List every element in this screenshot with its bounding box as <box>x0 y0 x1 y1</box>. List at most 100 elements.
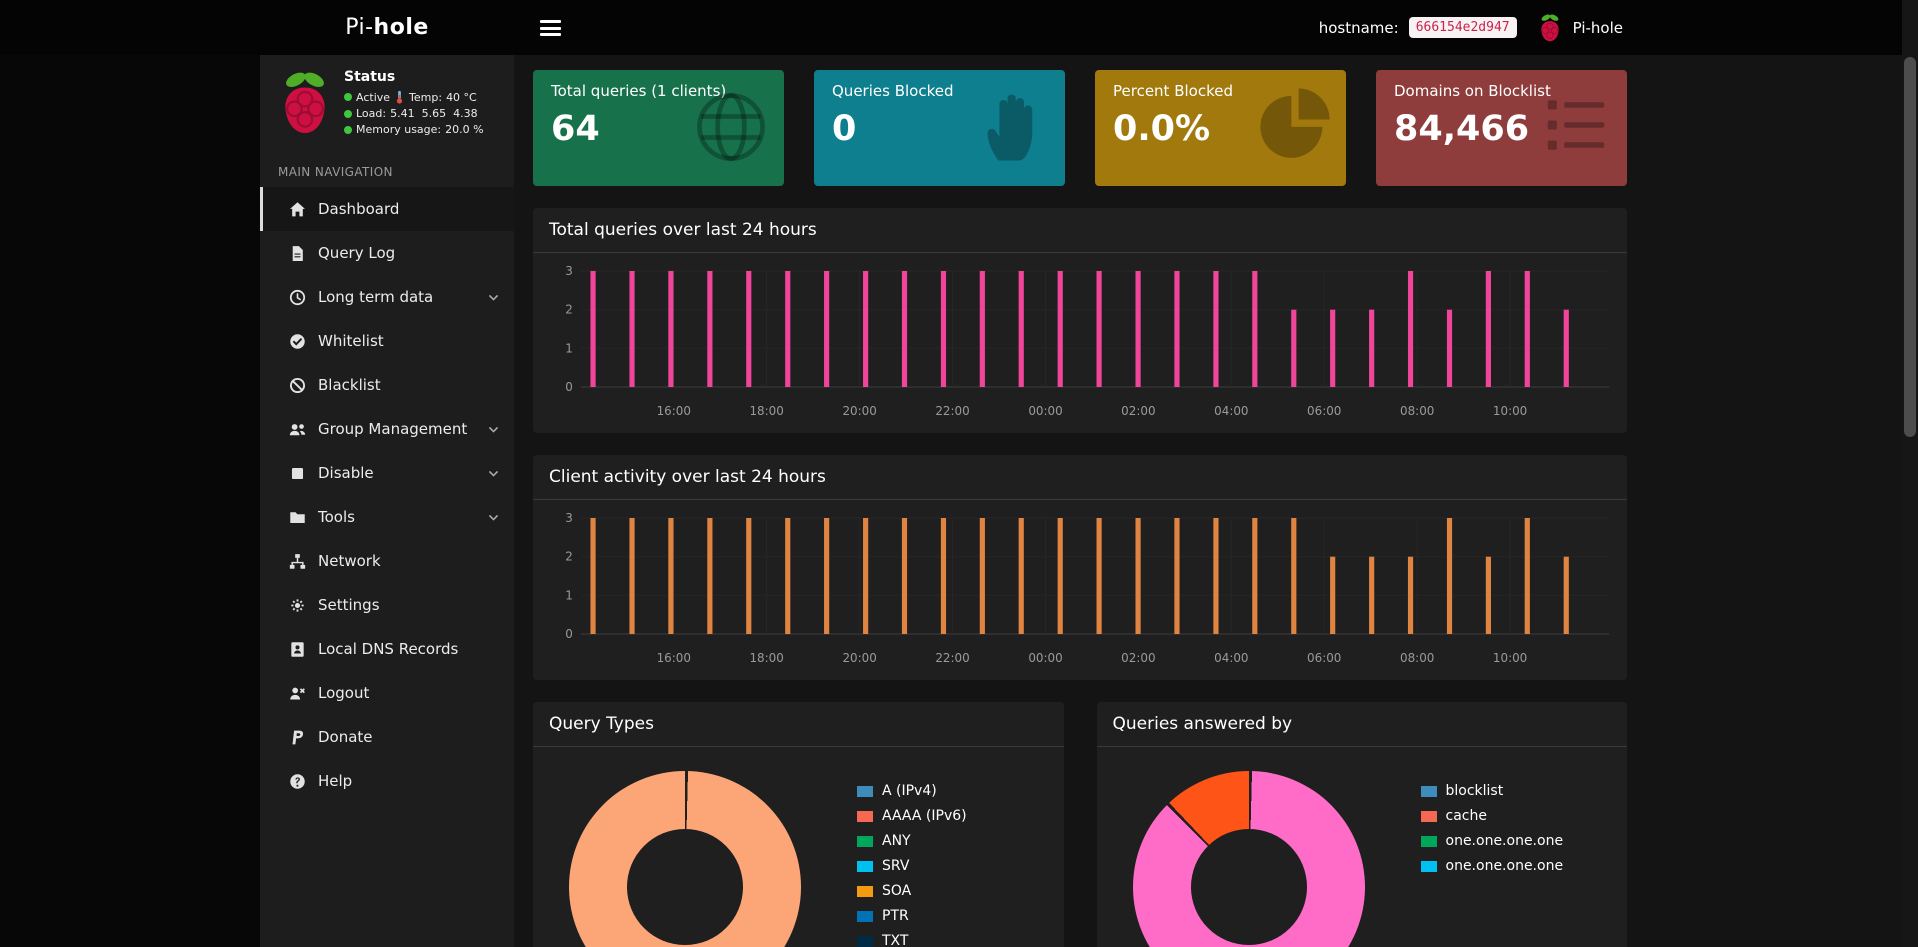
sidebar-item-donate[interactable]: Donate <box>260 715 514 759</box>
svg-text:08:00: 08:00 <box>1400 651 1434 665</box>
home-icon <box>288 201 306 218</box>
status-load-line: Load: 5.41 5.65 4.38 <box>344 107 484 120</box>
client-activity-chart[interactable]: 012316:0018:0020:0022:0000:0002:0004:000… <box>547 510 1613 674</box>
sidebar-item-query-log[interactable]: Query Log <box>260 231 514 275</box>
scrollbar[interactable] <box>1902 0 1918 947</box>
legend-item-cache[interactable]: cache <box>1421 808 1564 824</box>
hostname-label: hostname: <box>1319 19 1399 37</box>
load-label: Load: <box>356 107 386 120</box>
clock-icon <box>288 289 306 306</box>
chevron-down-icon <box>487 291 500 304</box>
svg-text:0: 0 <box>565 380 573 394</box>
sidebar-item-disable[interactable]: Disable <box>260 451 514 495</box>
panel-total-queries: Total queries over last 24 hours 012316:… <box>533 208 1627 433</box>
app-name-label: Pi-hole <box>1573 19 1623 37</box>
svg-text:20:00: 20:00 <box>842 651 876 665</box>
sidebar-item-network[interactable]: Network <box>260 539 514 583</box>
chevron-down-icon <box>487 511 500 524</box>
legend-item-a-ipv4[interactable]: A (IPv4) <box>857 783 967 799</box>
status-dot <box>344 93 352 101</box>
svg-text:1: 1 <box>565 588 573 602</box>
sidebar-item-local-dns-records[interactable]: Local DNS Records <box>260 627 514 671</box>
sidebar-item-dashboard[interactable]: Dashboard <box>260 187 514 231</box>
sidebar-item-blacklist[interactable]: Blacklist <box>260 363 514 407</box>
legend-color-chip <box>1421 811 1437 822</box>
sidebar-item-label: Whitelist <box>318 332 500 350</box>
query-types-chart[interactable]: A (IPv4)AAAA (IPv6)ANYSRVSOAPTRTXTNAPTR <box>547 757 1050 947</box>
memory-value: 20.0 % <box>445 123 483 136</box>
legend-label: cache <box>1446 808 1487 824</box>
status-dot <box>344 126 352 134</box>
total-queries-chart[interactable]: 012316:0018:0020:0022:0000:0002:0004:000… <box>547 263 1613 427</box>
sidebar-item-label: Help <box>318 772 500 790</box>
hand-icon <box>973 84 1055 170</box>
legend-label: SRV <box>882 858 909 874</box>
hamburger-menu-icon[interactable] <box>540 20 561 40</box>
legend-label: A (IPv4) <box>882 783 937 799</box>
brand-prefix: Pi- <box>345 15 373 40</box>
check-circle-icon <box>288 333 306 350</box>
legend-item-txt[interactable]: TXT <box>857 933 967 947</box>
sidebar-item-whitelist[interactable]: Whitelist <box>260 319 514 363</box>
sidebar-item-label: Local DNS Records <box>318 640 500 658</box>
file-icon <box>288 245 306 262</box>
bar-chart-canvas[interactable]: 012316:0018:0020:0022:0000:0002:0004:000… <box>547 263 1613 427</box>
ban-icon <box>288 377 306 394</box>
svg-text:3: 3 <box>565 511 573 525</box>
sidebar-item-label: Query Log <box>318 244 500 262</box>
legend-color-chip <box>1421 836 1437 847</box>
svg-text:18:00: 18:00 <box>749 404 783 418</box>
legend-item-one-one-one-one[interactable]: one.one.one.one <box>1421 833 1564 849</box>
temp-label: Temp: <box>409 91 442 104</box>
svg-text:10:00: 10:00 <box>1493 404 1527 418</box>
globe-icon <box>688 84 774 174</box>
sidebar-item-label: Blacklist <box>318 376 500 394</box>
question-icon <box>288 773 306 790</box>
hostname-value: 666154e2d947 <box>1409 17 1517 38</box>
sidebar-item-logout[interactable]: Logout <box>260 671 514 715</box>
raspberry-logo <box>276 69 334 141</box>
svg-text:10:00: 10:00 <box>1493 651 1527 665</box>
sidebar-item-group-management[interactable]: Group Management <box>260 407 514 451</box>
legend-label: AAAA (IPv6) <box>882 808 967 824</box>
svg-text:0: 0 <box>565 627 573 641</box>
legend-color-chip <box>1421 861 1437 872</box>
status-memory-line: Memory usage: 20.0 % <box>344 123 484 136</box>
panel-title: Total queries over last 24 hours <box>533 208 1627 253</box>
legend-item-blocklist[interactable]: blocklist <box>1421 783 1564 799</box>
sidebar-item-help[interactable]: Help <box>260 759 514 803</box>
svg-text:18:00: 18:00 <box>749 651 783 665</box>
doughnut-hole <box>627 829 743 945</box>
legend-item-srv[interactable]: SRV <box>857 858 967 874</box>
chart-legend: A (IPv4)AAAA (IPv6)ANYSRVSOAPTRTXTNAPTR <box>857 783 967 947</box>
legend-item-ptr[interactable]: PTR <box>857 908 967 924</box>
legend-label: blocklist <box>1446 783 1504 799</box>
sidebar: Status Active Temp: 40 °C Load: 5.41 5.6… <box>260 0 514 947</box>
svg-text:02:00: 02:00 <box>1121 404 1155 418</box>
users-icon <box>288 421 306 438</box>
legend-item-one-one-one-one[interactable]: one.one.one.one <box>1421 858 1564 874</box>
queries-answered-by-chart[interactable]: blocklist cache one.one.one.one one.one.one… <box>1111 757 1614 947</box>
sidebar-nav: Dashboard Query Log Long term data Whitelis… <box>260 187 514 803</box>
legend-item-any[interactable]: ANY <box>857 833 967 849</box>
pie-icon <box>1254 84 1336 170</box>
legend-item-aaaa-ipv6[interactable]: AAAA (IPv6) <box>857 808 967 824</box>
bar-chart-canvas[interactable]: 012316:0018:0020:0022:0000:0002:0004:000… <box>547 510 1613 674</box>
sitemap-icon <box>288 553 306 570</box>
sidebar-item-settings[interactable]: Settings <box>260 583 514 627</box>
left-gutter <box>0 0 260 947</box>
legend-color-chip <box>857 911 873 922</box>
legend-item-soa[interactable]: SOA <box>857 883 967 899</box>
svg-text:06:00: 06:00 <box>1307 404 1341 418</box>
sidebar-item-tools[interactable]: Tools <box>260 495 514 539</box>
scrollbar-thumb[interactable] <box>1904 57 1916 437</box>
sidebar-item-long-term-data[interactable]: Long term data <box>260 275 514 319</box>
chart-legend: blocklist cache one.one.one.one one.one.one… <box>1421 783 1564 947</box>
doughnut-chart-canvas[interactable] <box>1133 771 1365 947</box>
status-title: Status <box>344 69 484 85</box>
doughnut-chart-canvas[interactable] <box>569 771 801 947</box>
status-active-line: Active Temp: 40 °C <box>344 90 484 104</box>
brand-logo[interactable]: Pi-hole <box>260 0 514 55</box>
folder-icon <box>288 509 306 526</box>
sidebar-item-label: Disable <box>318 464 475 482</box>
